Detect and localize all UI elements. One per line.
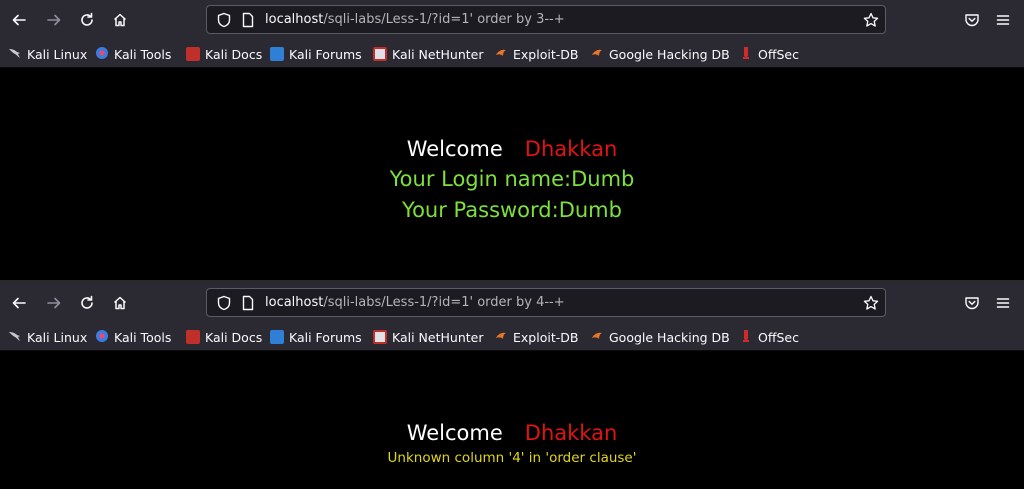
exploit-db-icon <box>494 329 508 346</box>
bookmark-label: Kali Docs <box>205 329 263 345</box>
kali-tools-icon <box>95 329 109 346</box>
welcome-line: Welcome Dhakkan <box>0 418 1024 448</box>
bookmark-label: OffSec <box>758 329 799 345</box>
bookmark-kali-tools[interactable]: Kali Tools <box>95 45 171 63</box>
exploit-db-icon <box>494 46 508 63</box>
page-content: Welcome Dhakkan Your Login name:Dumb Your… <box>0 134 1024 226</box>
bookmark-kali-nethunter[interactable]: Kali NetHunter <box>373 45 483 63</box>
bookmarks-toolbar: Kali Linux Kali Tools Kali Docs Kali For… <box>0 40 1024 68</box>
bookmark-kali-forums[interactable]: Kali Forums <box>270 45 362 63</box>
bookmark-google-hacking-db[interactable]: Google Hacking DB <box>590 45 730 63</box>
url-path: /sqli-labs/Less-1/?id=1' order by 4--+ <box>323 295 565 310</box>
url-host: localhost <box>265 295 324 310</box>
bookmark-kali-linux[interactable]: Kali Linux <box>8 328 87 346</box>
bookmark-kali-forums[interactable]: Kali Forums <box>270 328 362 346</box>
bookmark-label: OffSec <box>758 46 799 62</box>
url-text[interactable]: localhost/sqli-labs/Less-1/?id=1' order … <box>265 12 565 27</box>
nav-toolbar: localhost/sqli-labs/Less-1/?id=1' order … <box>0 0 1024 40</box>
nav-toolbar: localhost/sqli-labs/Less-1/?id=1' order … <box>0 283 1024 323</box>
menu-icon[interactable] <box>991 8 1015 32</box>
bookmark-kali-linux[interactable]: Kali Linux <box>8 45 87 63</box>
bookmark-label: Kali Linux <box>27 46 88 62</box>
star-icon[interactable] <box>863 12 879 28</box>
shield-icon[interactable] <box>216 295 232 311</box>
kali-forums-icon <box>270 330 284 344</box>
welcome-name: Dhakkan <box>524 421 618 445</box>
nethunter-icon <box>373 47 387 61</box>
bookmark-label: Kali Docs <box>205 46 263 62</box>
kali-dragon-icon <box>8 46 22 63</box>
login-name-text: Your Login name:Dumb <box>389 167 635 191</box>
shield-icon[interactable] <box>216 12 232 28</box>
kali-tools-icon <box>95 46 109 63</box>
bookmark-label: Kali Forums <box>289 46 362 62</box>
bookmark-kali-tools[interactable]: Kali Tools <box>95 328 171 346</box>
back-arrow-icon[interactable] <box>7 8 31 32</box>
address-bar[interactable]: localhost/sqli-labs/Less-1/?id=1' order … <box>206 288 886 317</box>
back-arrow-icon[interactable] <box>7 291 31 315</box>
bookmark-exploit-db[interactable]: Exploit-DB <box>494 328 578 346</box>
ghdb-icon <box>590 46 604 63</box>
bookmark-offsec[interactable]: OffSec <box>739 328 799 346</box>
bookmark-offsec[interactable]: OffSec <box>739 45 799 63</box>
reload-icon[interactable] <box>75 8 99 32</box>
bookmarks-toolbar: Kali Linux Kali Tools Kali Docs Kali For… <box>0 323 1024 351</box>
kali-forums-icon <box>270 47 284 61</box>
offsec-icon <box>739 329 753 346</box>
reload-icon[interactable] <box>75 291 99 315</box>
welcome-text: Welcome <box>406 137 503 161</box>
browser-window-2: localhost/sqli-labs/Less-1/?id=1' order … <box>0 283 1024 489</box>
bookmark-kali-docs[interactable]: Kali Docs <box>186 45 262 63</box>
bookmark-label: Kali Forums <box>289 329 362 345</box>
sql-error-text: Unknown column '4' in 'order clause' <box>387 450 637 466</box>
menu-icon[interactable] <box>991 291 1015 315</box>
bookmark-label: Kali Linux <box>27 329 88 345</box>
page-icon <box>240 12 256 28</box>
nethunter-icon <box>373 330 387 344</box>
url-host: localhost <box>265 12 324 27</box>
pocket-icon[interactable] <box>960 8 984 32</box>
bookmark-exploit-db[interactable]: Exploit-DB <box>494 45 578 63</box>
password-text: Your Password:Dumb <box>402 198 622 222</box>
home-icon[interactable] <box>108 291 132 315</box>
pocket-icon[interactable] <box>960 291 984 315</box>
bookmark-google-hacking-db[interactable]: Google Hacking DB <box>590 328 730 346</box>
kali-docs-icon <box>186 330 200 344</box>
bookmark-kali-docs[interactable]: Kali Docs <box>186 328 262 346</box>
welcome-line: Welcome Dhakkan <box>0 134 1024 164</box>
page-content: Welcome Dhakkan Unknown column '4' in 'or… <box>0 418 1024 468</box>
kali-dragon-icon <box>8 329 22 346</box>
bookmark-kali-nethunter[interactable]: Kali NetHunter <box>373 328 483 346</box>
bookmark-label: Kali NetHunter <box>392 46 484 62</box>
forward-arrow-icon[interactable] <box>42 291 66 315</box>
bookmark-label: Kali NetHunter <box>392 329 484 345</box>
star-icon[interactable] <box>863 295 879 311</box>
bookmark-label: Kali Tools <box>114 46 172 62</box>
url-text[interactable]: localhost/sqli-labs/Less-1/?id=1' order … <box>265 295 565 310</box>
home-icon[interactable] <box>108 8 132 32</box>
page-icon <box>240 295 256 311</box>
kali-docs-icon <box>186 47 200 61</box>
forward-arrow-icon[interactable] <box>42 8 66 32</box>
welcome-text: Welcome <box>406 421 503 445</box>
address-bar[interactable]: localhost/sqli-labs/Less-1/?id=1' order … <box>206 5 886 34</box>
bookmark-label: Exploit-DB <box>513 46 579 62</box>
offsec-icon <box>739 46 753 63</box>
ghdb-icon <box>590 329 604 346</box>
bookmark-label: Google Hacking DB <box>609 46 730 62</box>
bookmark-label: Google Hacking DB <box>609 329 730 345</box>
bookmark-label: Exploit-DB <box>513 329 579 345</box>
bookmark-label: Kali Tools <box>114 329 172 345</box>
url-path: /sqli-labs/Less-1/?id=1' order by 3--+ <box>323 12 565 27</box>
welcome-name: Dhakkan <box>524 137 618 161</box>
browser-window-1: localhost/sqli-labs/Less-1/?id=1' order … <box>0 0 1024 280</box>
